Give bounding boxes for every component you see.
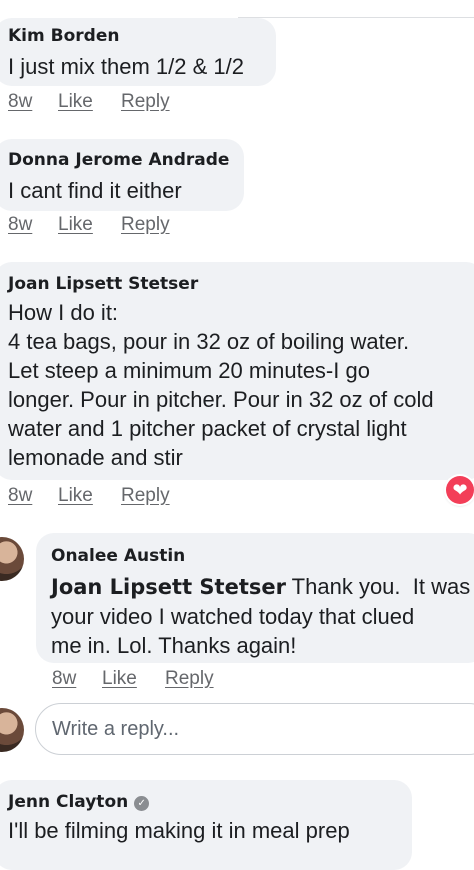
comment-timestamp[interactable]: 8w: [52, 668, 76, 690]
like-button[interactable]: Like: [58, 214, 93, 236]
reply-input[interactable]: Write a reply...: [35, 703, 474, 755]
comment-author-name[interactable]: Jenn Clayton: [8, 792, 128, 812]
comment-author[interactable]: Jenn Clayton ✓: [8, 792, 412, 812]
avatar: [0, 708, 24, 752]
comment-text: Joan Lipsett Stetser Thank you. It was y…: [51, 572, 474, 660]
verified-shield-icon: ✓: [134, 796, 150, 811]
comment-text: I'll be filming making it in meal prep: [8, 818, 350, 843]
avatar[interactable]: [0, 537, 24, 581]
comment-text-rest: your video I watched today that clued me…: [51, 604, 415, 658]
reply-bubble: Onalee Austin Joan Lipsett Stetser Thank…: [36, 533, 474, 663]
like-button[interactable]: Like: [58, 485, 93, 507]
comment-timestamp[interactable]: 8w: [8, 485, 32, 507]
comment-author[interactable]: Kim Borden: [8, 26, 276, 46]
comment-timestamp[interactable]: 8w: [8, 214, 32, 236]
comment-author[interactable]: Onalee Austin: [51, 546, 474, 566]
reply-button[interactable]: Reply: [121, 91, 170, 113]
comment-text-line1: Thank you. It was: [285, 574, 471, 599]
comment-text: I just mix them 1/2 & 1/2: [8, 54, 244, 79]
comment-text: How I do it: 4 tea bags, pour in 32 oz o…: [8, 300, 434, 470]
comment-text: I cant find it either: [8, 178, 182, 203]
comment-bubble: Donna Jerome Andrade I cant find it eith…: [0, 139, 244, 211]
comment-author[interactable]: Donna Jerome Andrade: [8, 150, 244, 170]
divider: [238, 17, 474, 18]
comment-author[interactable]: Joan Lipsett Stetser: [8, 274, 474, 294]
reply-button[interactable]: Reply: [121, 485, 170, 507]
mention-link[interactable]: Joan Lipsett Stetser: [51, 575, 286, 599]
reply-button[interactable]: Reply: [165, 668, 214, 690]
reply-button[interactable]: Reply: [121, 214, 170, 236]
like-button[interactable]: Like: [58, 91, 93, 113]
comment-bubble: Jenn Clayton ✓ I'll be filming making it …: [0, 780, 412, 870]
comment-bubble: Kim Borden I just mix them 1/2 & 1/2: [0, 18, 276, 86]
comment-bubble: Joan Lipsett Stetser How I do it: 4 tea …: [0, 262, 474, 480]
heart-icon[interactable]: ❤: [446, 476, 474, 504]
comment-timestamp[interactable]: 8w: [8, 91, 32, 113]
like-button[interactable]: Like: [102, 668, 137, 690]
